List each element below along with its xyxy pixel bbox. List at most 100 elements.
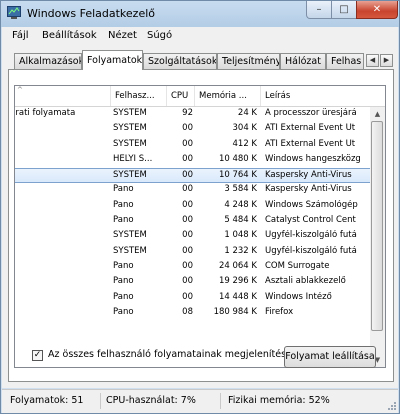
menu-view[interactable]: Nézet xyxy=(108,30,137,41)
cell-memory: 180 984 K xyxy=(213,306,257,317)
tab-processes[interactable]: Folyamatok xyxy=(82,50,143,70)
table-row[interactable]: Pano 00 24 064 K COM Surrogate xyxy=(15,260,370,275)
status-cpu-usage: CPU-használat: 7% xyxy=(106,395,196,406)
table-row[interactable]: SYSTEM 00 412 K ATI External Event Ut xyxy=(15,138,370,153)
close-button[interactable]: ✕ xyxy=(356,1,398,19)
process-rows: irati folyamata SYSTEM 92 24 K A processzor … xyxy=(15,107,370,321)
client-area: Alkalmazások Folyamatok Szolgáltatások T… xyxy=(2,45,398,388)
cell-memory: 24 064 K xyxy=(218,260,257,271)
status-bar: Folyamatok: 51 CPU-használat: 7% Fizikai… xyxy=(2,389,398,413)
minimize-button[interactable]: – xyxy=(306,1,332,19)
status-processes: Folyamatok: 51 xyxy=(10,395,84,406)
status-physical-memory: Fizikai memória: 52% xyxy=(228,395,330,406)
column-header-cpu[interactable]: CPU xyxy=(167,86,195,106)
cell-cpu: 00 xyxy=(182,184,193,195)
cell-memory: 412 K xyxy=(232,138,258,149)
table-row[interactable]: Pano 08 180 984 K Firefox xyxy=(15,306,370,321)
maximize-button[interactable]: □ xyxy=(331,1,357,19)
cell-description: COM Surrogate xyxy=(265,260,330,271)
tab-networking[interactable]: Hálózat xyxy=(280,53,326,69)
table-row[interactable]: irati folyamata SYSTEM 92 24 K A processzor … xyxy=(15,107,370,122)
scrollbar-thumb[interactable] xyxy=(371,121,383,331)
cell-description: Kaspersky Anti-Virus xyxy=(265,170,352,181)
menu-file[interactable]: Fájl xyxy=(12,30,29,41)
cell-memory: 19 296 K xyxy=(218,276,257,287)
table-row[interactable]: HELYI S... 00 10 480 K Windows hangeszközg xyxy=(15,153,370,168)
table-row[interactable]: SYSTEM 00 304 K ATI External Event Ut xyxy=(15,122,370,137)
table-row[interactable]: Pano 00 3 584 K Kaspersky Anti-Virus xyxy=(15,183,370,198)
cell-description: Asztali ablakkezelő xyxy=(265,276,346,287)
cell-cpu: 00 xyxy=(182,276,193,287)
sort-indicator-icon: ^ xyxy=(17,86,23,94)
cell-image-name: irati folyamata xyxy=(14,108,76,118)
tab-users[interactable]: Felhas xyxy=(326,53,364,69)
process-list[interactable]: Felhasz... CPU Memória ... Leírás ^ irat… xyxy=(14,85,386,368)
cell-cpu: 00 xyxy=(182,123,193,134)
cell-cpu: 00 xyxy=(182,230,193,241)
cell-cpu: 00 xyxy=(182,245,193,256)
task-manager-window: Windows Feladatkezelő – □ ✕ Fájl Beállít… xyxy=(0,0,400,414)
cell-description: Windows hangeszközg xyxy=(265,153,361,164)
cell-user: SYSTEM xyxy=(113,170,147,181)
cell-description: Ügyfél-kiszolgáló futá xyxy=(265,245,357,256)
cell-cpu: 00 xyxy=(182,170,193,181)
tab-applications[interactable]: Alkalmazások xyxy=(14,53,82,69)
cell-description: Firefox xyxy=(265,306,294,317)
column-header-memory[interactable]: Memória ... xyxy=(195,86,261,106)
cell-cpu: 08 xyxy=(182,306,193,317)
cell-memory: 1 232 K xyxy=(224,245,257,256)
cell-user: Pano xyxy=(113,199,134,210)
cell-user: SYSTEM xyxy=(113,123,147,134)
table-row[interactable]: SYSTEM 00 1 048 K Ügyfél-kiszolgáló futá xyxy=(15,229,370,244)
cell-user: Pano xyxy=(113,260,134,271)
cell-description: Kaspersky Anti-Virus xyxy=(265,184,352,195)
cell-memory: 1 048 K xyxy=(224,230,257,241)
cell-cpu: 00 xyxy=(182,215,193,226)
show-all-users-checkbox[interactable]: ✓ xyxy=(32,350,43,361)
cell-cpu: 92 xyxy=(182,108,193,118)
cell-description: ATI External Event Ut xyxy=(265,123,356,134)
cell-memory: 24 K xyxy=(237,108,257,118)
resize-grip-icon[interactable] xyxy=(386,400,396,410)
cell-memory: 14 448 K xyxy=(218,291,257,302)
table-row[interactable]: Pano 00 19 296 K Asztali ablakkezelő xyxy=(15,275,370,290)
scroll-up-icon[interactable]: ▲ xyxy=(371,107,384,121)
cell-user: Pano xyxy=(113,306,134,317)
cell-user: Pano xyxy=(113,276,134,287)
end-process-button[interactable]: Folyamat leállítása xyxy=(284,346,376,368)
tab-scroll-left-icon[interactable]: ◀ xyxy=(366,54,379,67)
table-row[interactable]: Pano 00 14 448 K Windows Intéző xyxy=(15,291,370,306)
cell-user: SYSTEM xyxy=(113,245,147,256)
column-header-image-name[interactable] xyxy=(15,86,111,106)
task-manager-icon xyxy=(7,6,21,19)
cell-cpu: 00 xyxy=(182,138,193,149)
menu-settings[interactable]: Beállítások xyxy=(42,30,97,41)
status-divider xyxy=(100,393,101,409)
title-bar[interactable]: Windows Feladatkezelő – □ ✕ xyxy=(1,1,399,25)
cell-cpu: 00 xyxy=(182,291,193,302)
menu-help[interactable]: Súgó xyxy=(147,30,172,41)
cell-memory: 5 484 K xyxy=(224,215,257,226)
cell-cpu: 00 xyxy=(182,199,193,210)
table-row[interactable]: SYSTEM 00 1 232 K Ügyfél-kiszolgáló futá xyxy=(15,245,370,260)
cell-description: ATI External Event Ut xyxy=(265,138,356,149)
table-row[interactable]: Pano 00 4 248 K Windows Számológép xyxy=(15,199,370,214)
table-row[interactable]: SYSTEM 00 10 764 K Kaspersky Anti-Virus xyxy=(15,168,370,184)
show-all-users-label: Az összes felhasználó folyamatainak megj… xyxy=(48,349,292,360)
cell-description: Windows Intéző xyxy=(265,291,332,302)
cell-description: A processzor üresjárá xyxy=(265,108,357,118)
cell-user: HELYI S... xyxy=(113,153,153,164)
tab-scroll-right-icon[interactable]: ▶ xyxy=(380,54,393,67)
cell-memory: 3 584 K xyxy=(224,184,257,195)
cell-memory: 304 K xyxy=(232,123,258,134)
vertical-scrollbar[interactable]: ▲ ▼ xyxy=(370,107,385,367)
table-row[interactable]: Pano 00 5 484 K Catalyst Control Cent xyxy=(15,214,370,229)
column-header-user[interactable]: Felhasz... xyxy=(111,86,167,106)
cell-user: SYSTEM xyxy=(113,138,147,149)
tab-services[interactable]: Szolgáltatások xyxy=(143,53,217,69)
column-header-description[interactable]: Leírás xyxy=(261,86,385,106)
cell-user: Pano xyxy=(113,215,134,226)
cell-memory: 4 248 K xyxy=(224,199,257,210)
tab-performance[interactable]: Teljesítmény xyxy=(217,53,280,69)
tab-scroll-arrows: ◀ ▶ xyxy=(366,54,394,68)
